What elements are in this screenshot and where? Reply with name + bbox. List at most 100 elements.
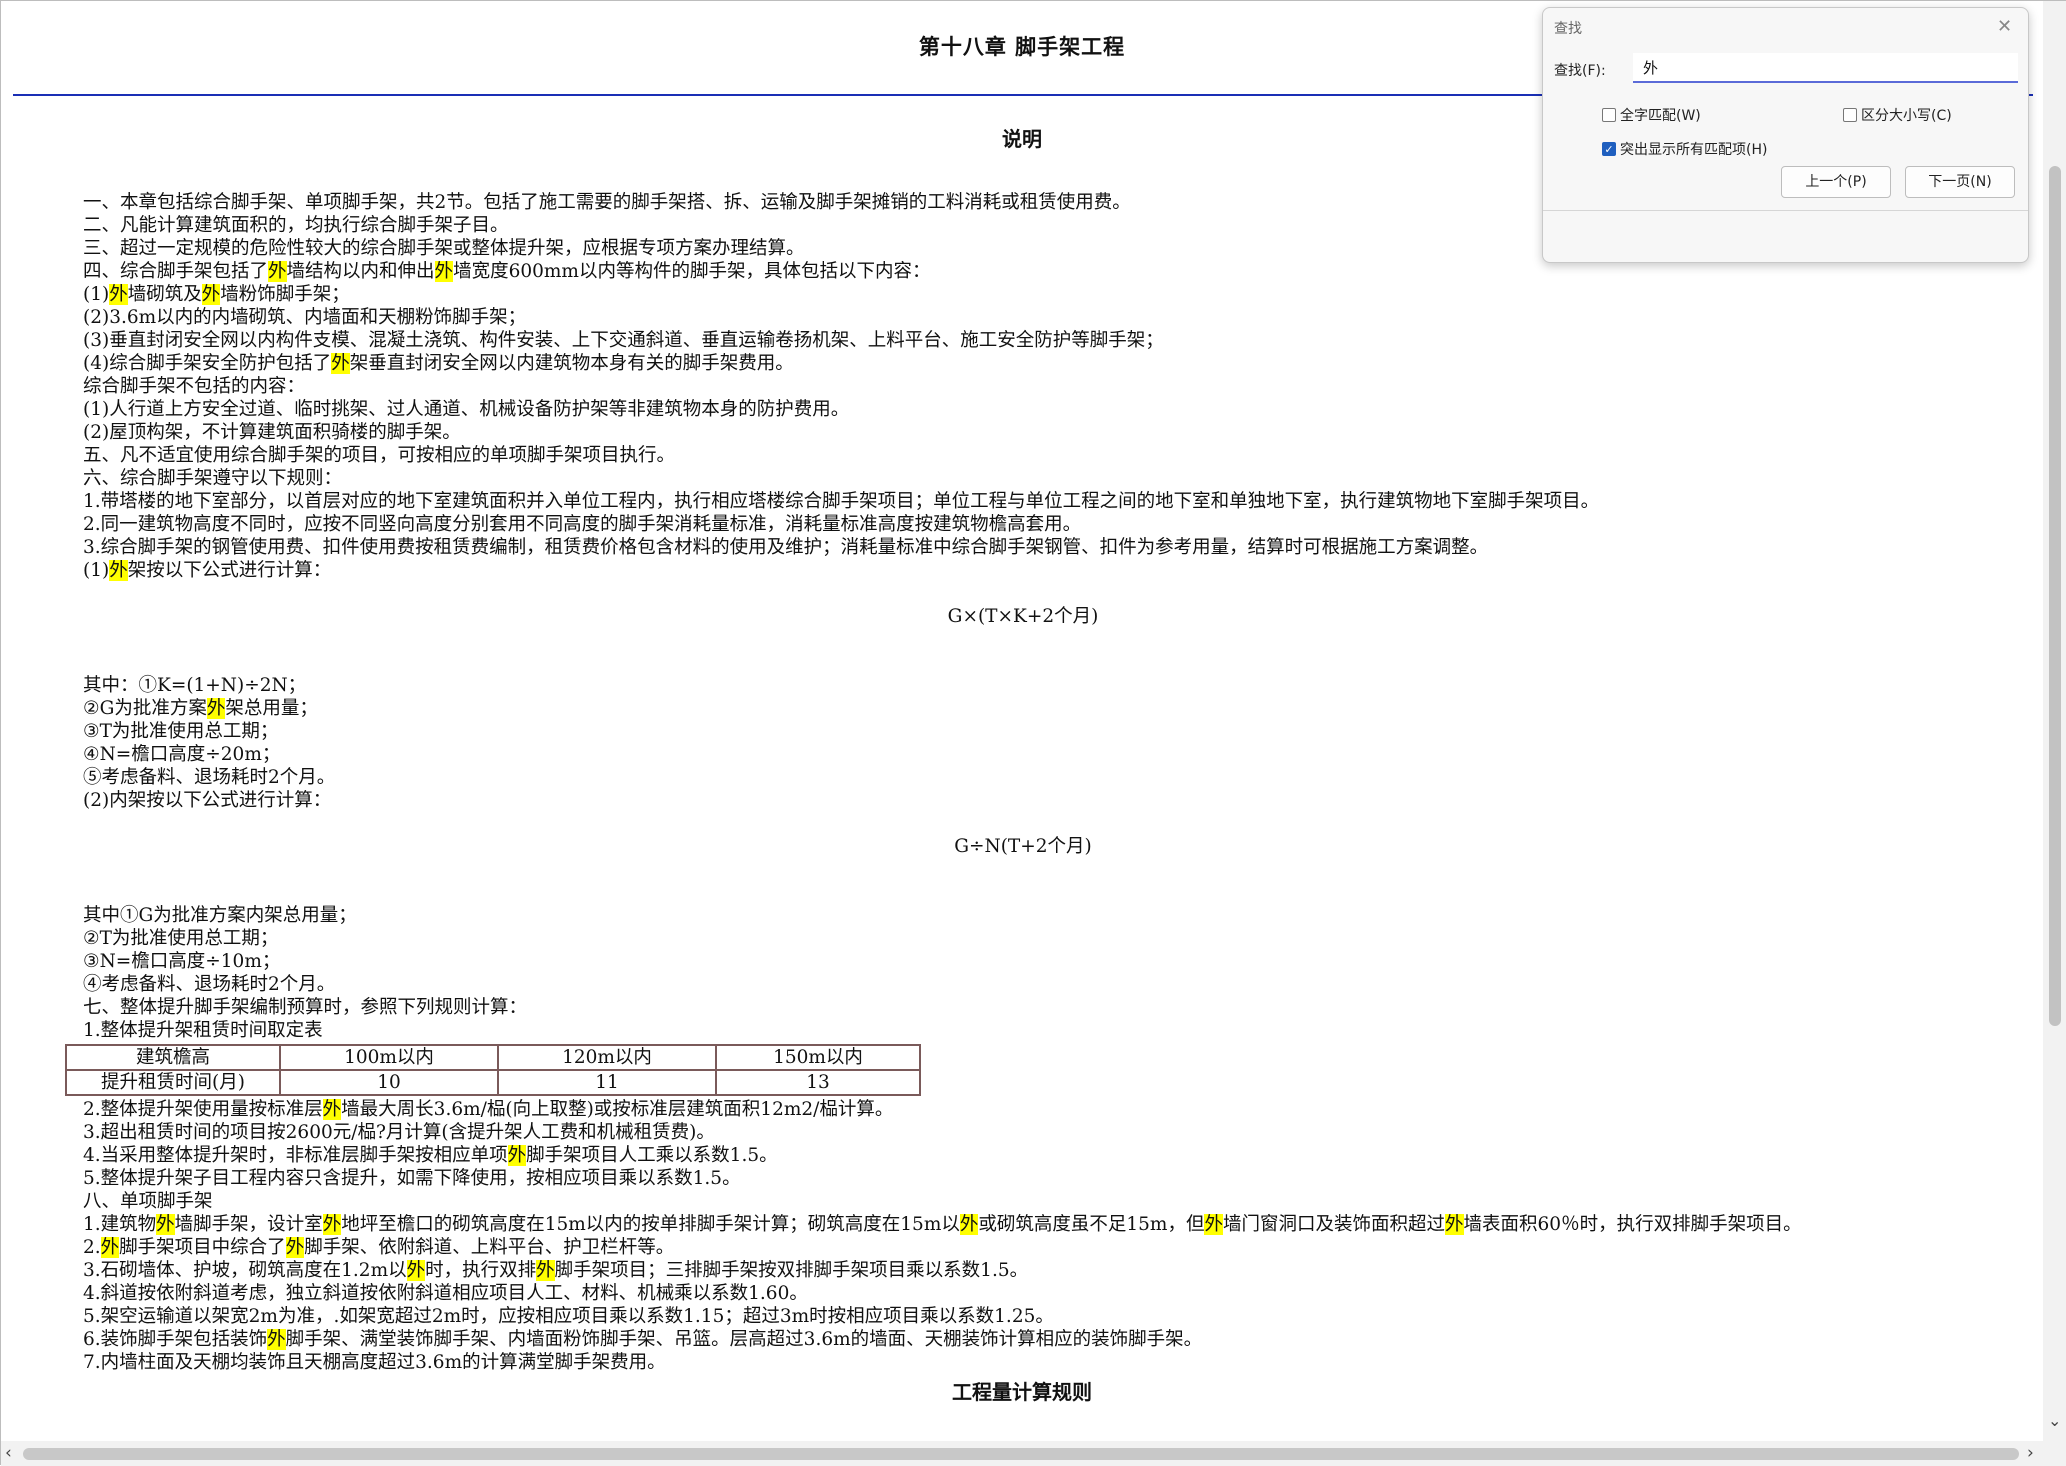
horizontal-scroll-thumb[interactable] bbox=[23, 1448, 2019, 1460]
text-line: (2)屋顶构架，不计算建筑面积骑楼的脚手架。 bbox=[83, 422, 461, 443]
text-line: (1)外墙砌筑及外墙粉饰脚手架； bbox=[83, 284, 350, 305]
next-section-title: 工程量计算规则 bbox=[952, 1380, 1092, 1404]
horizontal-scrollbar[interactable]: ‹ › bbox=[1, 1441, 2043, 1466]
scrollbar-corner bbox=[2043, 1441, 2066, 1466]
highlight-all-label: 突出显示所有匹配项(H) bbox=[1620, 142, 1768, 158]
text-line: 6.装饰脚手架包括装饰外脚手架、满堂装饰脚手架、内墙面粉饰脚手架、吊篮。层高超过… bbox=[83, 1329, 1203, 1350]
text-line: ④考虑备料、退场耗时2个月。 bbox=[83, 974, 336, 995]
table-cell: 150m以内 bbox=[715, 1044, 921, 1071]
search-match-highlight: 外 bbox=[206, 698, 226, 719]
text-line: 7.内墙柱面及天棚均装饰且天棚高度超过3.6m的计算满堂脚手架费用。 bbox=[83, 1352, 666, 1373]
whole-word-checkbox[interactable]: 全字匹配(W) bbox=[1602, 105, 1701, 125]
text-line: 3.超出租赁时间的项目按2600元/榀?月计算(含提升架人工费和机械租赁费)。 bbox=[83, 1122, 715, 1143]
text-line: 其中：①K=(1+N)÷2N； bbox=[83, 675, 307, 696]
text-line: 六、综合脚手架遵守以下规则： bbox=[83, 468, 343, 489]
search-match-highlight: 外 bbox=[109, 560, 128, 581]
text-line: (3)垂直封闭安全网以内构件支模、混凝土浇筑、构件安装、上下交通斜道、垂直运输卷… bbox=[83, 330, 1164, 351]
search-match-highlight: 外 bbox=[156, 1214, 175, 1235]
text-line: ②T为批准使用总工期； bbox=[83, 928, 279, 949]
text-line: (2)3.6m以内的内墙砌筑、内墙面和天棚粉饰脚手架； bbox=[83, 307, 527, 328]
table-cell: 100m以内 bbox=[279, 1044, 499, 1071]
viewer-window: 第十八章 脚手架工程 说明 一、本章包括综合脚手架、单项脚手架，共2节。包括了施… bbox=[0, 0, 2066, 1466]
find-dialog-title: 查找 bbox=[1554, 21, 1582, 37]
vertical-scrollbar[interactable]: ⌄ bbox=[2043, 1, 2066, 1441]
search-match-highlight: 外 bbox=[434, 261, 454, 282]
search-match-highlight: 外 bbox=[201, 284, 221, 305]
text-line: 1.整体提升架租赁时间取定表 bbox=[83, 1020, 323, 1041]
scroll-left-arrow-icon[interactable]: ‹ bbox=[5, 1443, 12, 1463]
rental-time-table: 建筑檐高 100m以内 120m以内 150m以内 提升租赁时间(月) 10 11 13 bbox=[65, 1044, 921, 1096]
find-input[interactable] bbox=[1633, 53, 2018, 83]
search-match-highlight: 外 bbox=[109, 284, 128, 305]
text-line: 2.整体提升架使用量按标准层外墙最大周长3.6m/榀(向上取整)或按标准层建筑面… bbox=[83, 1099, 894, 1120]
text-line: 七、整体提升脚手架编制预算时，参照下列规则计算： bbox=[83, 997, 528, 1018]
text-line: ⑤考虑备料、退场耗时2个月。 bbox=[83, 767, 336, 788]
search-match-highlight: 外 bbox=[322, 1214, 342, 1235]
search-match-highlight: 外 bbox=[285, 1237, 305, 1258]
formula-line: G×(T×K+2个月) bbox=[947, 606, 1099, 627]
text-line: ②G为批准方案外架总用量； bbox=[83, 698, 318, 719]
match-case-label: 区分大小写(C) bbox=[1861, 108, 1952, 124]
text-line: 3.综合脚手架的钢管使用费、扣件使用费按租赁费编制，租赁费价格包含材料的使用及维… bbox=[83, 537, 1489, 558]
text-line: 四、综合脚手架包括了外墙结构以内和伸出外墙宽度600mm以内等构件的脚手架，具体… bbox=[83, 261, 931, 282]
scroll-down-arrow-icon[interactable]: ⌄ bbox=[2048, 1411, 2061, 1430]
text-line: (1)外架按以下公式进行计算： bbox=[83, 560, 332, 581]
text-line: 其中①G为批准方案内架总用量； bbox=[83, 905, 357, 926]
text-line: (1)人行道上方安全过道、临时挑架、过人通道、机械设备防护架等非建筑物本身的防护… bbox=[83, 399, 850, 420]
search-match-highlight: 外 bbox=[267, 1329, 286, 1350]
text-line: 综合脚手架不包括的内容： bbox=[83, 376, 306, 397]
text-line: 2.同一建筑物高度不同时，应按不同竖向高度分别套用不同高度的脚手架消耗量标准，消… bbox=[83, 514, 1082, 535]
text-line: ③T为批准使用总工期； bbox=[83, 721, 279, 742]
search-match-highlight: 外 bbox=[507, 1145, 527, 1166]
match-case-checkbox-box[interactable] bbox=[1843, 108, 1857, 122]
text-line: 五、凡不适宜使用综合脚手架的项目，可按相应的单项脚手架项目执行。 bbox=[83, 445, 676, 466]
search-match-highlight: 外 bbox=[1445, 1214, 1464, 1235]
table-cell: 10 bbox=[279, 1069, 499, 1096]
search-match-highlight: 外 bbox=[1204, 1214, 1223, 1235]
search-match-highlight: 外 bbox=[100, 1237, 120, 1258]
document-body: 一、本章包括综合脚手架、单项脚手架，共2节。包括了施工需要的脚手架搭、拆、运输及… bbox=[65, 191, 2033, 1374]
previous-button[interactable]: 上一个(P) bbox=[1781, 166, 1891, 198]
text-line: 2.外脚手架项目中综合了外脚手架、依附斜道、上料平台、护卫栏杆等。 bbox=[83, 1237, 675, 1258]
table-cell: 120m以内 bbox=[497, 1044, 717, 1071]
scroll-right-arrow-icon[interactable]: › bbox=[2027, 1443, 2034, 1463]
find-label: 查找(F): bbox=[1554, 63, 1606, 79]
highlight-all-checkbox-box[interactable]: ✓ bbox=[1602, 142, 1616, 156]
vertical-scroll-thumb[interactable] bbox=[2049, 166, 2061, 1026]
text-line: 八、单项脚手架 bbox=[83, 1191, 213, 1212]
table-cell: 13 bbox=[715, 1069, 921, 1096]
text-line: 3.石砌墙体、护坡，砌筑高度在1.2m以外时，执行双排外脚手架项目；三排脚手架按… bbox=[83, 1260, 1029, 1281]
whole-word-checkbox-box[interactable] bbox=[1602, 108, 1616, 122]
whole-word-label: 全字匹配(W) bbox=[1620, 108, 1701, 124]
search-match-highlight: 外 bbox=[331, 353, 350, 374]
find-dialog-divider bbox=[1543, 210, 2028, 211]
text-line: 1.建筑物外墙脚手架，设计室外地坪至檐口的砌筑高度在15m以内的按单排脚手架计算… bbox=[83, 1214, 1802, 1235]
search-match-highlight: 外 bbox=[536, 1260, 555, 1281]
text-line: 1.带塔楼的地下室部分，以首层对应的地下室建筑面积并入单位工程内，执行相应塔楼综… bbox=[83, 491, 1600, 512]
table-cell: 建筑檐高 bbox=[65, 1044, 281, 1071]
table-row: 建筑檐高 100m以内 120m以内 150m以内 bbox=[65, 1044, 921, 1071]
formula-line: G÷N(T+2个月) bbox=[954, 836, 1092, 857]
text-line: ④N=檐口高度÷20m； bbox=[83, 744, 281, 765]
search-match-highlight: 外 bbox=[406, 1260, 426, 1281]
next-button[interactable]: 下一页(N) bbox=[1905, 166, 2015, 198]
table-cell: 提升租赁时间(月) bbox=[65, 1069, 281, 1096]
text-line: 4.斜道按依附斜道考虑，独立斜道按依附斜道相应项目人工、材料、机械乘以系数1.6… bbox=[83, 1283, 808, 1304]
find-dialog: 查找 ✕ 查找(F): 全字匹配(W) 区分大小写(C) ✓ 突出显示所有匹配项… bbox=[1542, 7, 2029, 263]
search-match-highlight: 外 bbox=[268, 261, 287, 282]
text-line: ③N=檐口高度÷10m； bbox=[83, 951, 281, 972]
text-line: (4)综合脚手架安全防护包括了外架垂直封闭安全网以内建筑物本身有关的脚手架费用。 bbox=[83, 353, 794, 374]
close-icon[interactable]: ✕ bbox=[1997, 16, 2012, 37]
text-line: 5.整体提升架子目工程内容只含提升，如需下降使用，按相应项目乘以系数1.5。 bbox=[83, 1168, 741, 1189]
text-line: (2)内架按以下公式进行计算： bbox=[83, 790, 332, 811]
text-line: 4.当采用整体提升架时，非标准层脚手架按相应单项外脚手架项目人工乘以系数1.5。 bbox=[83, 1145, 778, 1166]
highlight-all-checkbox[interactable]: ✓ 突出显示所有匹配项(H) bbox=[1602, 139, 1767, 159]
search-match-highlight: 外 bbox=[322, 1099, 342, 1120]
match-case-checkbox[interactable]: 区分大小写(C) bbox=[1843, 105, 1952, 125]
